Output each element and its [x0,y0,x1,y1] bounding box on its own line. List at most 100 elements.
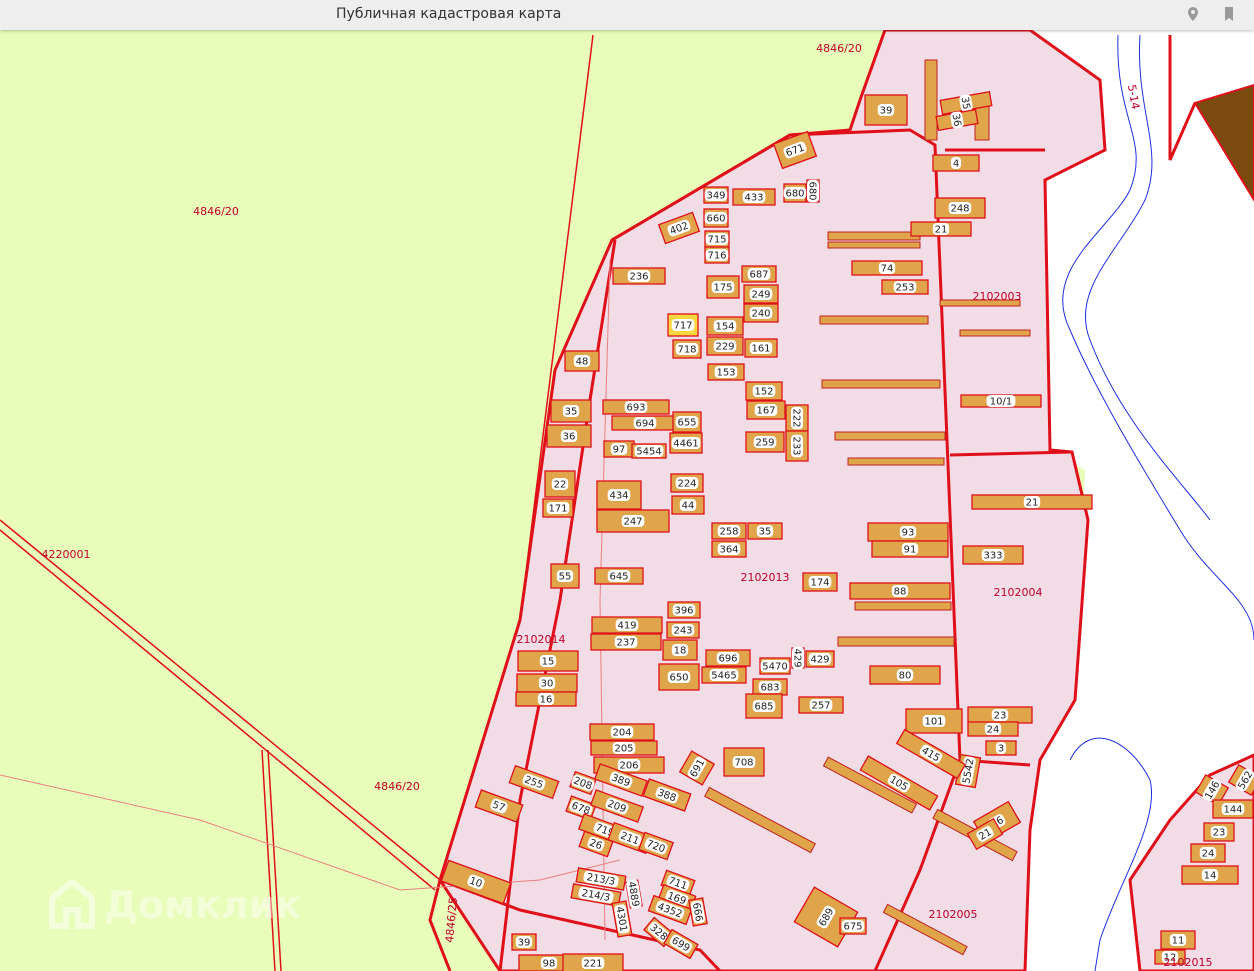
parcel[interactable]: 243 [666,621,700,639]
parcel[interactable]: 233 [785,430,809,462]
parcel[interactable]: 10/1 [960,394,1042,408]
parcel[interactable]: 4 [932,154,980,172]
parcel-number: 716 [707,251,726,262]
parcel[interactable]: 349 [703,186,729,204]
parcel-number: 205 [614,744,633,755]
parcel[interactable]: 248 [934,197,986,219]
parcel[interactable]: 718 [672,339,702,359]
parcel[interactable]: 101 [905,708,963,734]
parcel[interactable]: 80 [869,665,941,685]
parcel[interactable]: 433 [732,188,776,206]
parcel[interactable]: 5465 [701,666,747,684]
parcel[interactable]: 5470 [759,657,791,675]
parcel[interactable]: 204 [589,723,655,741]
parcel[interactable]: 333 [962,545,1024,565]
parcel[interactable]: 91 [871,540,949,558]
parcel[interactable]: 88 [849,582,951,600]
parcel[interactable]: 229 [706,336,744,356]
parcel[interactable]: 221 [562,953,624,971]
parcel[interactable]: 419 [591,616,663,634]
parcel[interactable]: 153 [707,363,745,381]
parcel[interactable]: 222 [785,404,809,432]
parcel[interactable]: 236 [612,267,666,285]
parcel[interactable]: 35 [747,522,783,540]
parcel[interactable]: 247 [596,509,670,533]
parcel[interactable]: 258 [711,522,747,540]
parcel[interactable]: 694 [611,415,679,431]
parcel[interactable]: 675 [839,917,867,935]
parcel[interactable]: 14 [1181,865,1239,885]
parcel[interactable]: 645 [594,567,644,585]
parcel[interactable]: 15 [517,650,579,672]
parcel[interactable]: 253 [881,279,929,295]
parcel[interactable]: 161 [744,338,778,358]
parcel-number: 24 [1202,849,1215,860]
parcel[interactable]: 39 [864,94,908,126]
parcel[interactable]: 680 [806,179,820,203]
parcel[interactable]: 167 [746,400,786,420]
parcel[interactable]: 55 [550,563,580,589]
location-pin-icon[interactable] [1186,6,1200,22]
parcel[interactable]: 249 [743,284,779,304]
parcel[interactable]: 240 [743,303,779,323]
parcel[interactable]: 21 [971,494,1093,510]
parcel[interactable]: 23 [967,706,1033,724]
parcel[interactable]: 237 [590,633,662,651]
parcel[interactable]: 396 [667,601,701,619]
parcel[interactable]: 683 [752,678,788,696]
bookmark-icon[interactable] [1222,6,1236,22]
parcel[interactable]: 257 [798,696,844,714]
parcel[interactable]: 717 [667,313,699,337]
parcel[interactable]: 24 [1190,843,1226,863]
parcel[interactable]: 23 [1203,822,1235,842]
parcel[interactable]: 224 [670,473,704,493]
parcel[interactable]: 429 [791,646,805,670]
parcel[interactable]: 154 [706,316,744,336]
parcel[interactable]: 11 [1160,930,1196,950]
parcel[interactable]: 715 [704,230,730,248]
parcel[interactable]: 650 [658,663,700,691]
parcel[interactable]: 708 [723,747,765,777]
parcel[interactable]: 152 [745,381,783,401]
parcel[interactable]: 74 [851,260,923,276]
parcel[interactable]: 175 [706,275,740,299]
parcel[interactable]: 39 [511,933,537,951]
parcel[interactable]: 24 [967,721,1019,737]
parcel[interactable]: 48 [564,350,600,372]
cadastral-map[interactable]: 3935364671433 680 680349660715716402236 687… [0,30,1254,971]
parcel[interactable]: 655 [672,411,702,433]
parcel[interactable]: 35 [550,399,592,423]
parcel[interactable]: 696 [705,649,751,667]
parcel[interactable]: 680 [783,183,807,203]
parcel[interactable]: 685 [745,693,783,719]
parcel[interactable]: 687 [741,265,777,283]
parcel[interactable]: 364 [711,540,747,558]
parcel[interactable]: 97 [603,440,635,458]
parcel[interactable]: 205 [590,740,658,756]
parcel[interactable]: 660 [703,208,729,228]
parcel[interactable]: 21 [910,221,972,237]
parcel[interactable]: 259 [745,431,785,453]
parcel[interactable]: 434 [596,480,642,510]
parcel[interactable]: 44 [671,495,705,515]
parcel-number: 88 [894,587,907,598]
parcel[interactable]: 171 [542,498,574,518]
parcel[interactable]: 693 [602,399,670,415]
parcel[interactable]: 30 [516,673,578,693]
parcel[interactable]: 144 [1212,799,1254,819]
parcel[interactable]: 16 [515,691,577,707]
parcel[interactable]: 174 [802,572,838,592]
parcel[interactable]: 3 [985,740,1017,756]
parcel[interactable]: 5454 [631,443,667,459]
top-bar: Публичная кадастровая карта [0,0,1254,30]
parcel[interactable]: 22 [544,470,576,498]
parcel[interactable]: 18 [662,639,698,661]
parcel-number: 236 [629,272,648,283]
parcel[interactable]: 4461 [669,432,703,454]
parcel[interactable]: 429 [805,650,835,668]
parcel[interactable]: 716 [704,246,730,264]
map-title: Публичная кадастровая карта [336,6,562,22]
parcel[interactable]: 93 [867,522,949,542]
parcel[interactable]: 36 [546,424,592,448]
parcel-number: 16 [540,695,553,706]
